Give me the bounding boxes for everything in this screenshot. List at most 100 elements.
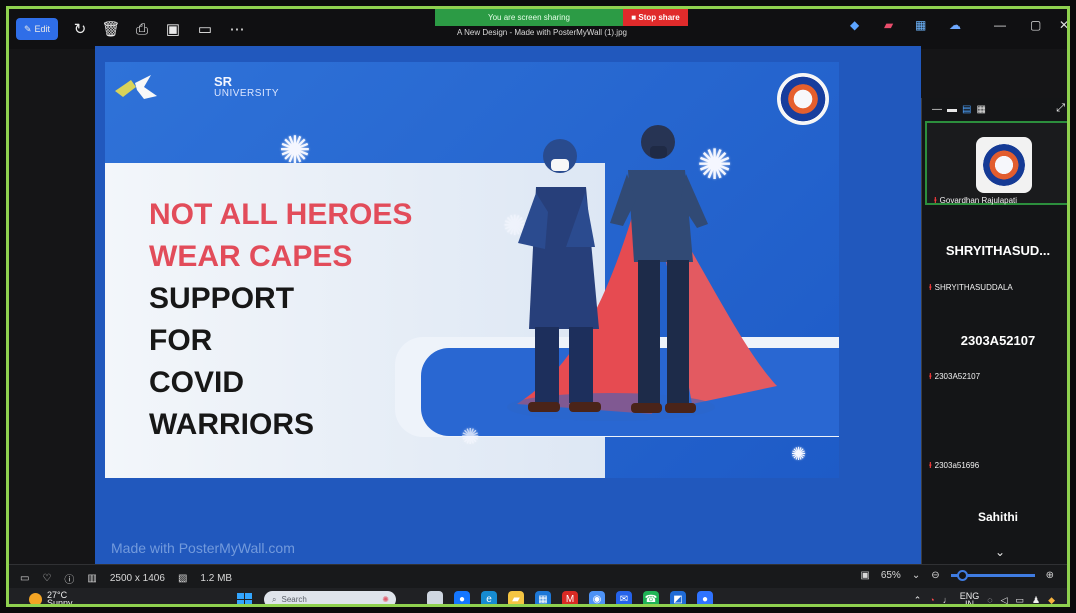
- image-status-bar: ▭ ♡ ⓘ ▥ 2500 x 1406 ▧ 1.2 MB ▣ 65% ⌄ ⊖ ⊕: [9, 564, 1067, 588]
- file-size-icon: ▧: [177, 573, 188, 584]
- speaker-view-icon[interactable]: ▤: [962, 104, 971, 115]
- screen-sharing-status: You are screen sharing: [435, 9, 623, 26]
- participant-label: ɫ 2303a51696: [929, 461, 979, 470]
- muted-mic-icon: ɫ: [929, 461, 932, 470]
- screen-share-banner: You are screen sharing ■ Stop share: [435, 9, 688, 26]
- university-logo: [115, 75, 157, 99]
- chat-icon[interactable]: ●: [454, 591, 470, 604]
- chevron-down-icon[interactable]: ⌄: [995, 545, 1005, 559]
- healthcare-workers-illustration: [507, 125, 777, 421]
- more-icon[interactable]: ⋯: [225, 18, 249, 40]
- virus-icon: ✺: [279, 130, 311, 172]
- file-size: 1.2 MB: [200, 573, 233, 584]
- chevron-up-icon[interactable]: ⌃: [914, 595, 922, 605]
- search-icon: ⌕: [272, 594, 277, 604]
- photos-icon[interactable]: ◩: [670, 591, 686, 604]
- close-icon[interactable]: ✕: [1059, 18, 1067, 32]
- stop-share-label: Stop share: [638, 13, 680, 22]
- university-seal-icon: [777, 73, 829, 125]
- stop-share-button[interactable]: ■ Stop share: [623, 9, 688, 26]
- muted-mic-icon: ɫ: [929, 283, 932, 292]
- store-icon[interactable]: ▦: [535, 591, 551, 604]
- pinned-apps: ● e ▰ ▦ M ◉ ✉ ☎ ◩ ●: [427, 591, 713, 604]
- taskbar-search-input[interactable]: ⌕ Search ✺: [264, 591, 396, 604]
- minimize-panel-icon[interactable]: —: [932, 104, 942, 115]
- fit-window-icon[interactable]: ▣: [860, 570, 869, 581]
- participant-display-name: SHRYITHASUD...: [945, 243, 1051, 258]
- cloud-icon[interactable]: ☁: [949, 18, 961, 32]
- zoom-controls: ▣ 65% ⌄ ⊖ ⊕: [860, 570, 1054, 581]
- language-indicator[interactable]: ENG IN: [960, 592, 980, 607]
- edit-button[interactable]: ✎ Edit: [16, 18, 58, 40]
- slideshow-icon[interactable]: ▭: [193, 18, 217, 40]
- meeting-participants-panel: — ▬ ▤ ▦ ⤢ ɫ Govardhan Rajulapati SHRYITHA…: [921, 98, 1067, 564]
- image-status-left: ▭ ♡ ⓘ ▥ 2500 x 1406 ▧ 1.2 MB: [20, 571, 232, 586]
- participant-name: 2303A52107: [934, 372, 981, 381]
- system-tray: ⌃ ◔ ♩ ENG IN ◌ ◁ ▭ ♟ ◆: [914, 592, 1055, 607]
- expand-icon[interactable]: ⤢: [1056, 102, 1065, 115]
- mcafee-icon[interactable]: M: [562, 591, 578, 604]
- copilot-icon[interactable]: ◆: [1048, 595, 1055, 605]
- headline-line: FOR: [149, 324, 213, 357]
- image-dimensions: 2500 x 1406: [109, 573, 165, 584]
- minimize-icon[interactable]: —: [994, 18, 1006, 32]
- delete-icon[interactable]: 🗑: [99, 18, 123, 40]
- gallery-layout-controls: — ▬ ▤ ▦: [922, 98, 1067, 120]
- zoom-slider-handle[interactable]: [956, 570, 968, 581]
- poster-headline: NOT ALL HEROES WEAR CAPES SUPPORT FOR CO…: [149, 194, 412, 446]
- zoom-level[interactable]: 65%: [881, 570, 901, 581]
- whatsapp-icon[interactable]: ☎: [643, 591, 659, 604]
- weather-text: 27°C Sunny: [47, 591, 73, 605]
- print-icon[interactable]: ⎙: [130, 18, 154, 40]
- thumbnail-view-icon[interactable]: ▬: [947, 104, 957, 115]
- screen-frame: ✎ Edit ↻ 🗑 ⎙ ▣ ▭ ⋯ You are screen sharin…: [6, 6, 1070, 607]
- search-highlight-icon: ✺: [382, 595, 389, 604]
- zoom-slider[interactable]: [950, 570, 1035, 581]
- region: IN: [964, 599, 974, 607]
- zoom-app-icon[interactable]: ●: [697, 591, 713, 604]
- zoom-out-icon[interactable]: ⊖: [931, 570, 939, 581]
- seal-icon: [983, 144, 1025, 186]
- edit-icon: ✎: [23, 23, 32, 34]
- participant-display-name: 2303A52107: [960, 333, 1036, 348]
- screen-icon[interactable]: ▭: [20, 573, 29, 584]
- share-icon[interactable]: ◆: [850, 18, 859, 32]
- favorite-icon[interactable]: ♡: [42, 573, 51, 584]
- battery-icon[interactable]: ▭: [1015, 595, 1024, 605]
- edit-label: Edit: [34, 24, 51, 34]
- volume-icon[interactable]: ◁: [1001, 595, 1008, 605]
- notification-icon[interactable]: ♟: [1032, 595, 1040, 605]
- mail-icon[interactable]: ✉: [616, 591, 632, 604]
- folder-icon[interactable]: ▰: [508, 591, 524, 604]
- participant-video-tile[interactable]: ɫ Govardhan Rajulapati: [925, 121, 1067, 205]
- muted-mic-icon: ɫ: [934, 196, 937, 205]
- poster-watermark: Made with PosterMyWall.com: [111, 540, 295, 556]
- chrome-icon[interactable]: ◉: [589, 591, 605, 604]
- wifi-icon[interactable]: ◌: [987, 595, 992, 604]
- headline-line: SUPPORT: [149, 282, 295, 315]
- headline-line: WEAR CAPES: [149, 240, 353, 273]
- headline-line: COVID: [149, 366, 245, 399]
- headline-line: NOT ALL HEROES: [149, 198, 413, 231]
- chevron-down-icon[interactable]: ⌄: [912, 570, 920, 581]
- network-status-icon[interactable]: ◔: [929, 595, 934, 604]
- view-icon[interactable]: ▦: [915, 18, 926, 32]
- zoom-in-icon[interactable]: ⊕: [1046, 570, 1054, 581]
- edge-icon[interactable]: e: [481, 591, 497, 604]
- windows-start-icon[interactable]: [237, 593, 252, 604]
- stop-icon: ■: [631, 13, 637, 22]
- search-placeholder: Search: [281, 595, 307, 604]
- rotate-icon[interactable]: ↻: [68, 18, 92, 40]
- participant-avatar: [976, 137, 1032, 193]
- participant-label: ɫ Govardhan Rajulapati: [934, 196, 1017, 205]
- maximize-icon[interactable]: ▢: [1030, 18, 1041, 32]
- gallery-icon[interactable]: ▣: [161, 18, 185, 40]
- grid-view-icon[interactable]: ▦: [976, 104, 985, 115]
- info-icon[interactable]: ⓘ: [64, 571, 74, 586]
- weather-widget[interactable]: 27°C Sunny: [29, 591, 73, 605]
- annotate-icon[interactable]: ▰: [884, 18, 893, 32]
- muted-mic-icon: ɫ: [929, 372, 932, 381]
- participant-label: ɫ SHRYITHASUDDALA: [929, 283, 1013, 292]
- microphone-icon[interactable]: ♩: [943, 595, 952, 604]
- taskview-icon[interactable]: [427, 591, 443, 604]
